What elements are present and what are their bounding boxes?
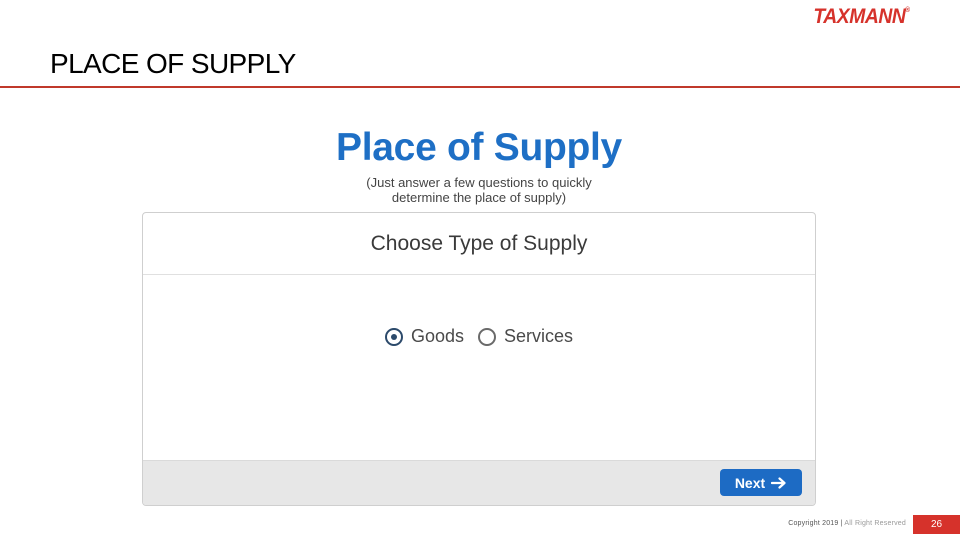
slide: TAXMANN® PLACE OF SUPPLY Place of Supply…: [0, 0, 960, 540]
rights-text: All Right Reserved: [844, 520, 906, 527]
radio-dot-icon: [390, 333, 397, 340]
copyright-text: Copyright 2019 |: [788, 520, 843, 527]
card-body: Goods Services: [143, 275, 815, 461]
radio-label-goods: Goods: [410, 326, 464, 346]
radio-option-goods[interactable]: Goods: [384, 326, 464, 347]
radio-label-services: Services: [504, 326, 574, 346]
radio-checked-icon[interactable]: [384, 327, 403, 346]
footer-copyright: Copyright 2019 | All Right Reserved: [788, 520, 906, 527]
logo-text: TAXMANN: [813, 5, 906, 28]
radio-unchecked-icon[interactable]: [478, 327, 496, 346]
card-footer: Next: [143, 460, 815, 505]
page-number: 26: [913, 515, 960, 534]
subtitle-line-2: determine the place of supply): [391, 190, 567, 205]
app-subtitle: (Just answer a few questions to quickly …: [0, 175, 958, 205]
next-button[interactable]: Next: [720, 469, 802, 496]
card-title: Choose Type of Supply: [143, 213, 815, 275]
supply-type-radio-group: Goods Services: [143, 326, 815, 347]
app-heading: Place of Supply: [336, 126, 622, 169]
arrow-right-icon: [771, 476, 786, 489]
supply-type-card: Choose Type of Supply Goods Services Nex…: [142, 212, 816, 506]
taxmann-logo: TAXMANN®: [813, 5, 911, 29]
registered-mark: ®: [905, 7, 911, 14]
slide-title: PLACE OF SUPPLY: [50, 48, 296, 79]
title-divider: [0, 86, 960, 88]
subtitle-line-1: (Just answer a few questions to quickly: [366, 175, 592, 190]
radio-option-services[interactable]: Services: [478, 326, 573, 347]
next-button-label: Next: [734, 474, 766, 491]
